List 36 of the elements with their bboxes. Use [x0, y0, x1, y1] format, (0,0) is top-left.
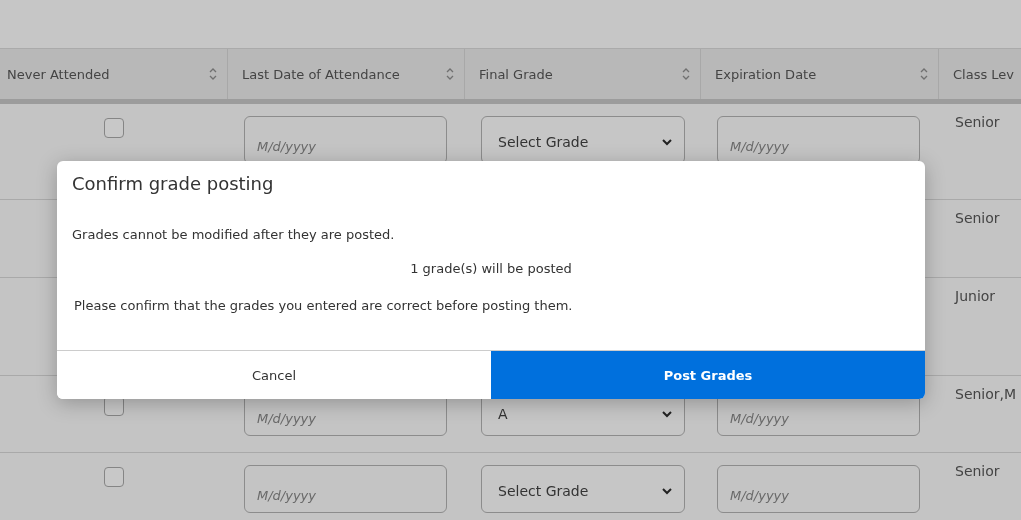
chevron-down-icon — [662, 138, 672, 146]
column-header[interactable]: Class Lev — [939, 49, 1021, 99]
chevron-down-icon — [662, 410, 672, 418]
class-level-text: Senior — [955, 210, 1001, 226]
checkbox[interactable] — [104, 118, 124, 138]
class-level-text: Senior — [955, 114, 1001, 130]
date-field[interactable]: M/d/yyyy — [244, 465, 447, 513]
date-field[interactable]: M/d/yyyy — [717, 116, 920, 164]
sort-icon — [209, 66, 217, 82]
column-header[interactable]: Never Attended — [0, 49, 228, 99]
grade-dropdown[interactable]: Select Grade — [481, 116, 685, 164]
post-grades-button[interactable]: Post Grades — [491, 351, 925, 399]
class-level-text: Junior — [955, 288, 997, 304]
sort-icon — [446, 66, 454, 82]
column-label: Never Attended — [7, 66, 110, 82]
class-level-text: Senior,M — [955, 386, 1017, 402]
date-field[interactable]: M/d/yyyy — [244, 116, 447, 164]
chevron-down-icon — [662, 487, 672, 495]
column-label: Last Date of Attendance — [242, 66, 400, 82]
column-label: Final Grade — [479, 66, 553, 82]
column-header[interactable]: Final Grade — [465, 49, 701, 99]
class-level-text: Senior — [955, 463, 1001, 479]
column-label: Expiration Date — [715, 66, 817, 82]
sort-icon — [920, 66, 928, 82]
column-header[interactable]: Last Date of Attendance — [228, 49, 465, 99]
cancel-button[interactable]: Cancel — [57, 351, 491, 399]
sort-icon — [682, 66, 690, 82]
instruction-text: Please confirm that the grades you entered are correct before posting them. — [73, 297, 574, 313]
grade-dropdown[interactable]: Select Grade — [481, 465, 685, 513]
checkbox[interactable] — [104, 467, 124, 487]
count-text: 1 grade(s) will be posted — [409, 260, 573, 276]
date-field[interactable]: M/d/yyyy — [717, 465, 920, 513]
column-header[interactable]: Expiration Date — [701, 49, 939, 99]
column-label: Class Lev — [953, 66, 1015, 82]
dialog-title: Confirm grade posting — [71, 172, 275, 194]
warning-text: Grades cannot be modified after they are posted. — [71, 226, 396, 242]
